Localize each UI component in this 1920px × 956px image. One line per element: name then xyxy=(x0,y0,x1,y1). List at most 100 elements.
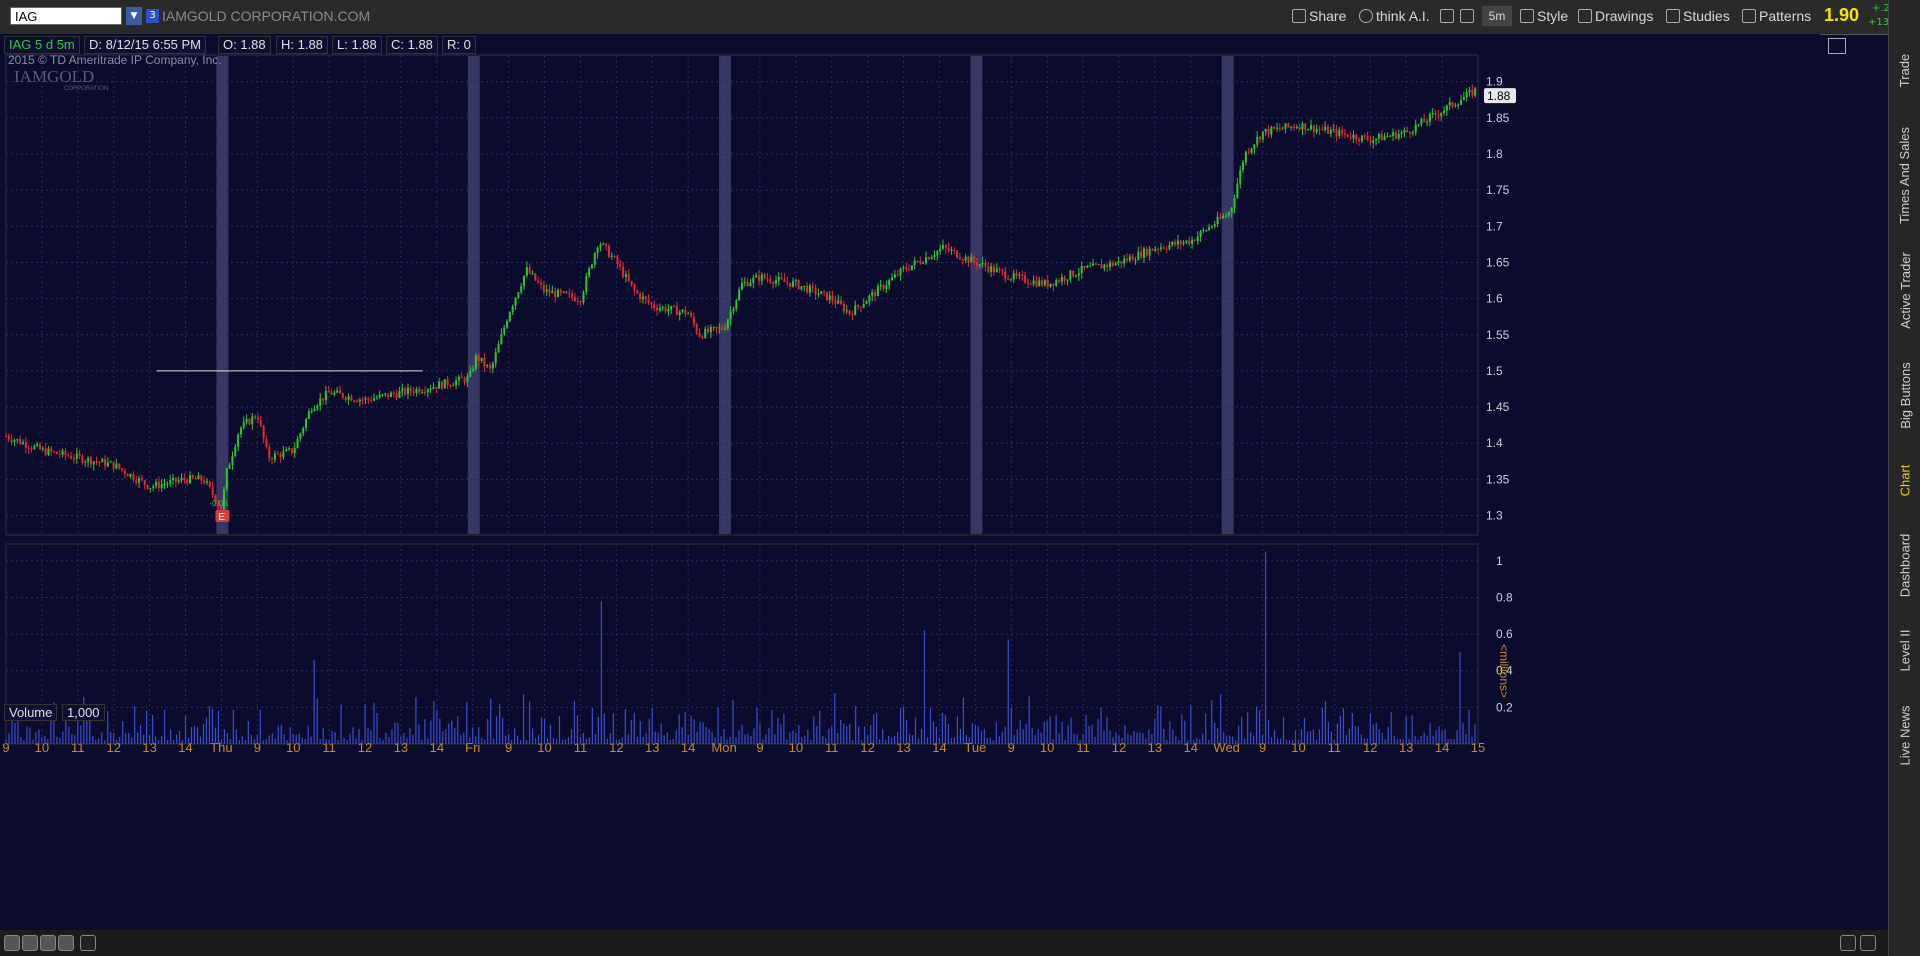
chart-id-label[interactable]: IAG 5 d 5m xyxy=(4,36,80,54)
scroll-right-icon[interactable] xyxy=(1840,935,1856,951)
candle-body xyxy=(1264,128,1267,132)
pointer-icon[interactable] xyxy=(58,935,74,951)
candle-body xyxy=(596,247,599,254)
candle-body xyxy=(174,477,177,482)
crosshair-button[interactable] xyxy=(1440,6,1457,26)
candle-body xyxy=(859,306,862,308)
candle-body xyxy=(1420,118,1423,125)
zoom-in-icon[interactable] xyxy=(22,935,38,951)
side-tab-trade[interactable]: Trade xyxy=(1889,30,1920,110)
candle-body xyxy=(1063,277,1066,281)
candle-body xyxy=(254,416,257,419)
candle-body xyxy=(1434,113,1437,115)
candle-body xyxy=(503,327,506,334)
candle-body xyxy=(38,444,41,450)
candle-body xyxy=(828,295,831,301)
candle-body xyxy=(1018,274,1021,276)
candle-body xyxy=(322,398,325,401)
candle-body xyxy=(486,365,489,367)
candle-body xyxy=(1176,240,1179,245)
candle-body xyxy=(1106,264,1109,267)
side-tab-level-ii[interactable]: Level II xyxy=(1889,620,1920,680)
candle-body xyxy=(19,439,22,444)
candle-body xyxy=(55,451,58,454)
side-tab-active-trader[interactable]: Active Trader xyxy=(1889,240,1920,340)
share-button[interactable]: Share xyxy=(1292,6,1346,26)
side-tab-dashboard[interactable]: Dashboard xyxy=(1889,520,1920,610)
symbol-input[interactable]: IAG xyxy=(10,7,122,25)
candle-body xyxy=(508,312,511,322)
side-tab-big-buttons[interactable]: Big Buttons xyxy=(1889,350,1920,440)
last-price-tag-label: 1.88 xyxy=(1487,89,1511,103)
candle-body xyxy=(1400,132,1403,134)
chart-area[interactable]: 9 10 11 12 13 14 Thu 9 10 11 12 13 14 Fri 9 10 11 12 13 14 M… xyxy=(0,53,1820,944)
candle-body xyxy=(896,274,899,276)
symbol-dropdown-button[interactable]: ▼ xyxy=(126,7,142,25)
candle-body xyxy=(1366,136,1369,140)
candle-body xyxy=(477,355,480,362)
studies-button[interactable]: Studies xyxy=(1666,6,1730,26)
candle-body xyxy=(1159,247,1162,250)
candle-body xyxy=(1448,102,1451,106)
candle-body xyxy=(967,256,970,263)
candle-body xyxy=(876,286,879,297)
patterns-button[interactable]: Patterns xyxy=(1742,6,1811,26)
zoom-out-icon[interactable] xyxy=(40,935,56,951)
candle-body xyxy=(534,273,537,281)
candle-body xyxy=(1123,258,1126,264)
candle-body xyxy=(1304,123,1307,131)
candle-body xyxy=(404,388,407,395)
earnings-badge-label: E xyxy=(218,512,225,523)
scroll-left-icon[interactable] xyxy=(80,935,96,951)
candle-body xyxy=(157,481,160,489)
candle-body xyxy=(565,291,568,294)
style-button[interactable]: Style xyxy=(1520,6,1568,26)
side-tab-live-news[interactable]: Live News xyxy=(1889,690,1920,780)
drawing-tool-icon[interactable] xyxy=(1828,38,1846,54)
candle-body xyxy=(684,309,687,315)
candle-body xyxy=(837,300,840,304)
drawings-button[interactable]: Drawings xyxy=(1578,6,1653,26)
candle-body xyxy=(186,480,189,484)
pencil-icon xyxy=(1578,9,1592,23)
candle-body xyxy=(177,480,180,482)
expand-icon[interactable] xyxy=(1860,935,1876,951)
link-badge[interactable]: 3 xyxy=(146,9,159,23)
candle-body xyxy=(1383,136,1386,141)
candle-body xyxy=(81,455,84,463)
candle-body xyxy=(1403,130,1406,133)
candle-body xyxy=(908,269,911,271)
side-tab-times-and-sales[interactable]: Times And Sales xyxy=(1889,120,1920,230)
candle-body xyxy=(981,262,984,265)
candle-body xyxy=(1103,264,1106,269)
candle-body xyxy=(1355,134,1358,140)
candle-body xyxy=(692,316,695,325)
candle-body xyxy=(138,478,141,483)
candle-body xyxy=(336,390,339,393)
think-ai-button[interactable]: think A.I. xyxy=(1359,6,1430,26)
candle-body xyxy=(1358,139,1361,142)
candle-body xyxy=(647,298,650,303)
candle-body xyxy=(189,475,191,484)
candle-body xyxy=(698,332,701,337)
side-tab-chart[interactable]: Chart xyxy=(1889,450,1920,510)
volume-panel-value: 1,000 xyxy=(62,704,105,721)
candle-body xyxy=(619,264,622,267)
high-label: H: 1.88 xyxy=(276,36,328,54)
candle-body xyxy=(1029,283,1032,285)
candle-body xyxy=(135,480,138,483)
candle-body xyxy=(1072,270,1075,277)
candle-body xyxy=(746,281,749,286)
candle-body xyxy=(234,446,237,456)
settings-button[interactable] xyxy=(1460,6,1477,26)
candle-body xyxy=(1397,133,1400,139)
pan-icon[interactable] xyxy=(4,935,20,951)
candle-body xyxy=(588,268,591,277)
interval-button[interactable]: 5m xyxy=(1482,6,1512,26)
price-chart[interactable]: 9 10 11 12 13 14 Thu 9 10 11 12 13 14 Fri 9 10 11 12 13 14 M… xyxy=(0,53,1820,944)
candle-body xyxy=(1219,216,1222,219)
candle-body xyxy=(200,475,203,481)
candle-body xyxy=(1411,132,1414,134)
candle-body xyxy=(1270,126,1273,135)
candle-body xyxy=(228,464,231,469)
